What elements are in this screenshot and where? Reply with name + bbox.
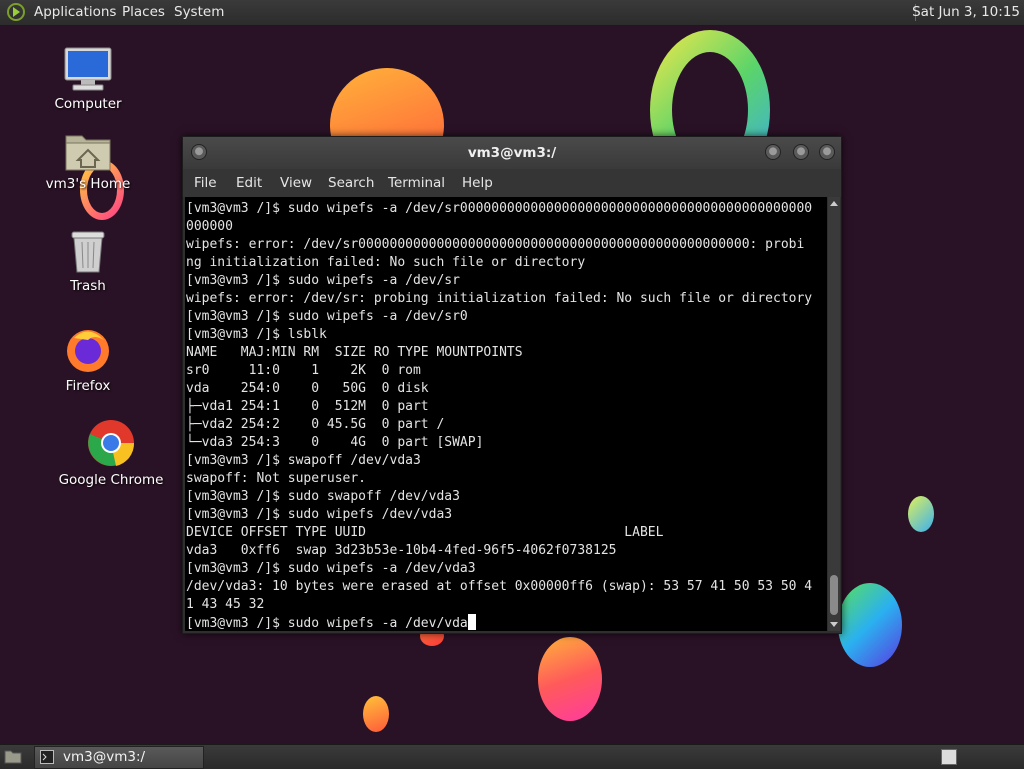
terminal-line: [vm3@vm3 /]$ sudo wipefs -a /dev/sr00000… bbox=[186, 201, 813, 216]
desktop-icon-label: Firefox bbox=[65, 378, 111, 394]
workspace-switcher[interactable] bbox=[941, 749, 957, 765]
terminal-text: [vm3@vm3 /]$ sudo wipefs -a /dev/sr00000… bbox=[185, 197, 827, 631]
desktop-icon-label: Trash bbox=[70, 278, 106, 294]
terminal-line: [vm3@vm3 /]$ lsblk bbox=[186, 327, 327, 342]
terminal-line: ng initialization failed: No such file o… bbox=[186, 255, 586, 270]
top-panel: Applications Places System Sat Jun 3, 10… bbox=[0, 0, 1024, 26]
scroll-down-icon[interactable] bbox=[830, 622, 838, 627]
computer-icon bbox=[64, 47, 112, 91]
menu-places[interactable]: Places bbox=[122, 4, 165, 20]
terminal-line: /dev/vda3: 10 bytes were erased at offse… bbox=[186, 579, 813, 594]
desktop-icon-chrome[interactable]: Google Chrome bbox=[56, 418, 166, 488]
desktop-tiny-ball bbox=[363, 696, 389, 732]
clock[interactable]: Sat Jun 3, 10:15 bbox=[912, 4, 1020, 20]
menu-file[interactable]: File bbox=[194, 175, 217, 191]
desktop-icon-computer[interactable]: Computer bbox=[33, 46, 143, 112]
desktop-icon-label: vm3's Home bbox=[45, 176, 131, 192]
terminal-line: sr0 11:0 1 2K 0 rom bbox=[186, 363, 421, 378]
terminal-window[interactable]: vm3@vm3:/ File Edit View Search Terminal… bbox=[182, 136, 842, 634]
terminal-line: [vm3@vm3 /]$ sudo swapoff /dev/vda3 bbox=[186, 489, 460, 504]
window-title: vm3@vm3:/ bbox=[467, 145, 557, 161]
menu-help[interactable]: Help bbox=[462, 175, 493, 191]
terminal-line: [vm3@vm3 /]$ sudo wipefs -a /dev/vda3 bbox=[186, 561, 476, 576]
scroll-up-icon[interactable] bbox=[830, 201, 838, 206]
terminal-prompt-line: [vm3@vm3 /]$ sudo wipefs -a /dev/vda bbox=[186, 616, 468, 631]
bottom-panel: vm3@vm3:/ bbox=[0, 744, 1024, 769]
scroll-thumb[interactable] bbox=[830, 575, 838, 615]
desktop-icon-label: Computer bbox=[54, 96, 122, 112]
menu-search[interactable]: Search bbox=[328, 175, 374, 191]
terminal-line: wipefs: error: /dev/sr000000000000000000… bbox=[186, 237, 805, 252]
desktop-icon-home[interactable]: vm3's Home bbox=[33, 128, 143, 192]
terminal-line: ├─vda1 254:1 0 512M 0 part bbox=[186, 399, 429, 414]
terminal-line: 000000 bbox=[186, 219, 233, 234]
terminal-line: wipefs: error: /dev/sr: probing initiali… bbox=[186, 291, 813, 306]
close-icon[interactable] bbox=[819, 144, 835, 160]
menu-edit[interactable]: Edit bbox=[236, 175, 262, 191]
desktop-blue-ball bbox=[838, 583, 902, 667]
taskbar-terminal-button[interactable]: vm3@vm3:/ bbox=[34, 746, 204, 769]
trash-icon bbox=[71, 231, 105, 273]
desktop-icon-trash[interactable]: Trash bbox=[33, 228, 143, 294]
desktop-icon-firefox[interactable]: Firefox bbox=[33, 326, 143, 394]
terminal-line: swapoff: Not superuser. bbox=[186, 471, 367, 486]
terminal-line: └─vda3 254:3 0 4G 0 part [SWAP] bbox=[186, 435, 484, 450]
terminal-line: [vm3@vm3 /]$ sudo wipefs -a /dev/sr bbox=[186, 273, 460, 288]
menu-view[interactable]: View bbox=[280, 175, 312, 191]
terminal-line: [vm3@vm3 /]$ sudo wipefs /dev/vda3 bbox=[186, 507, 453, 522]
terminal-output[interactable]: [vm3@vm3 /]$ sudo wipefs -a /dev/sr00000… bbox=[185, 197, 827, 631]
terminal-line: NAME MAJ:MIN RM SIZE RO TYPE MOUNTPOINTS bbox=[186, 345, 523, 360]
terminal-line: [vm3@vm3 /]$ swapoff /dev/vda3 bbox=[186, 453, 421, 468]
minimize-icon[interactable] bbox=[765, 144, 781, 160]
terminal-line: 1 43 45 32 bbox=[186, 597, 265, 612]
chrome-icon bbox=[88, 420, 135, 466]
title-bar[interactable]: vm3@vm3:/ bbox=[183, 137, 841, 169]
show-desktop-icon[interactable] bbox=[4, 748, 22, 764]
terminal-line: DEVICE OFFSET TYPE UUID LABEL bbox=[186, 525, 664, 540]
terminal-line: vda3 0xff6 swap 3d23b53e-10b4-4fed-96f5-… bbox=[186, 543, 617, 558]
home-folder-icon bbox=[65, 135, 111, 171]
terminal-cursor bbox=[467, 614, 476, 630]
maximize-icon[interactable] bbox=[793, 144, 809, 160]
terminal-icon bbox=[40, 750, 54, 764]
menu-terminal[interactable]: Terminal bbox=[388, 175, 445, 191]
taskbar-label: vm3@vm3:/ bbox=[63, 749, 146, 765]
desktop-icon-label: Google Chrome bbox=[58, 472, 164, 488]
menu-applications[interactable]: Applications bbox=[34, 4, 116, 20]
applications-logo-icon[interactable] bbox=[6, 3, 26, 21]
terminal-line: ├─vda2 254:2 0 45.5G 0 part / bbox=[186, 417, 445, 432]
desktop-orange-ball bbox=[538, 637, 602, 721]
terminal-scrollbar[interactable] bbox=[828, 197, 840, 631]
menu-system[interactable]: System bbox=[174, 4, 224, 20]
desktop-small-ball bbox=[908, 496, 934, 532]
firefox-icon bbox=[67, 330, 109, 372]
terminal-menu-bar: File Edit View Search Terminal Help bbox=[183, 169, 841, 197]
terminal-line: vda 254:0 0 50G 0 disk bbox=[186, 381, 429, 396]
terminal-line: [vm3@vm3 /]$ sudo wipefs -a /dev/sr0 bbox=[186, 309, 468, 324]
